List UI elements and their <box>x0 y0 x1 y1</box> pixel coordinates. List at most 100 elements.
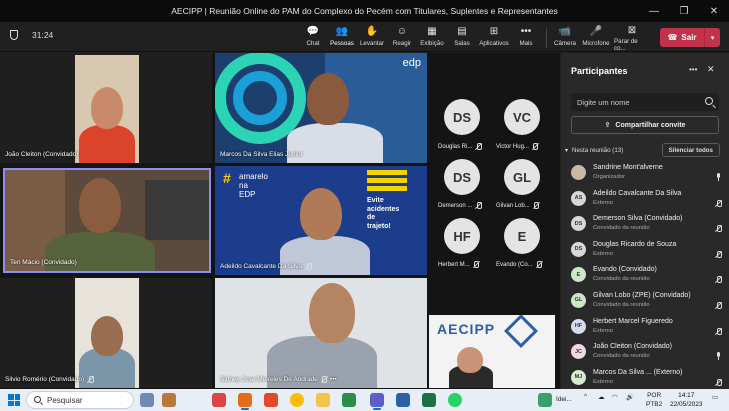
mic-off-icon <box>536 261 543 268</box>
window-titlebar: AECIPP | Reunião Online do PAM do Comple… <box>0 0 729 22</box>
photo-app-icon[interactable] <box>264 393 278 407</box>
maximize-icon[interactable]: ❐ <box>669 0 699 22</box>
stop-share-button[interactable]: ⊠ Parar de co... <box>614 25 650 52</box>
avatar[interactable]: GL <box>504 159 540 195</box>
leave-main[interactable]: ☎ Sair <box>660 33 704 42</box>
rooms-button[interactable]: ▤ Salas <box>444 25 480 51</box>
participant-row[interactable]: Sandrine Mont'alverne Organizador <box>571 162 723 188</box>
avatar[interactable]: DS <box>444 159 480 195</box>
avatar[interactable]: DS <box>444 99 480 135</box>
microphone-button[interactable]: 🎤 Microfone <box>578 25 614 51</box>
close-icon[interactable]: ✕ <box>707 64 715 75</box>
mic-on-icon <box>715 352 721 361</box>
share-invite-button[interactable]: ⇪ Compartilhar convite <box>571 116 719 134</box>
tile-more-icon[interactable]: ••• <box>330 376 337 383</box>
participant-row[interactable]: DS Douglas Ricardo de Souza Externo <box>571 239 723 265</box>
avatar[interactable]: HF <box>444 218 480 254</box>
meeting-section-header[interactable]: ▾ Nesta reunião (13) Silenciar todos <box>565 143 725 157</box>
participant-role: Externo <box>593 199 613 206</box>
mic-off-icon <box>473 261 480 268</box>
taskbar-search-input[interactable]: Pesquisar <box>26 391 134 409</box>
solitaire-app-icon[interactable] <box>342 393 356 407</box>
avatar[interactable]: VC <box>504 99 540 135</box>
excel-app-icon[interactable] <box>422 393 436 407</box>
avatar[interactable]: E <box>504 218 540 254</box>
apps-icon: ⊞ <box>489 26 499 37</box>
weather-icon[interactable] <box>538 393 552 407</box>
paint-app-icon[interactable] <box>212 393 226 407</box>
more-button[interactable]: ••• Mais <box>508 25 544 51</box>
microphone-icon: 🎤 <box>589 26 603 37</box>
whatsapp-app-icon[interactable] <box>448 393 462 407</box>
participant-list: Sandrine Mont'alverne Organizador AS Adeild… <box>571 162 723 392</box>
edp-logo: edp <box>402 57 421 69</box>
chrome-app-icon[interactable] <box>290 393 304 407</box>
video-tile-adeildo[interactable]: # amarelo na EDP Evite acidentes de trajeto! … <box>215 166 427 275</box>
participant-name: Douglas Ricardo de Souza <box>593 240 677 248</box>
close-window-icon[interactable]: ✕ <box>699 0 729 22</box>
video-tile-ten-macio[interactable]: Ten Mácio (Convidado) <box>3 168 211 273</box>
apps-button[interactable]: ⊞ Aplicativos <box>476 25 512 51</box>
participant-avatar: HF <box>571 318 586 334</box>
avatar-name: Douglas Ri... <box>438 143 482 150</box>
edp-campaign: amarelo na EDP <box>239 172 268 199</box>
video-feed <box>75 278 139 388</box>
meeting-timer: 31:24 <box>32 30 54 40</box>
leave-button[interactable]: ☎ Sair ▾ <box>660 28 720 47</box>
more-icon: ••• <box>520 26 532 37</box>
video-tile-marcos[interactable]: edp Marcos Da Silva Elias Junior <box>215 53 427 163</box>
windows-taskbar: Pesquisar Idei... ^ ☁ ◠ 🔊 POR PTB2 14:17 2… <box>0 389 729 411</box>
video-tile-aecipp[interactable]: AECIPP <box>429 315 555 388</box>
panel-more-icon[interactable]: ••• <box>689 65 697 74</box>
powerpoint-app-icon[interactable] <box>238 393 252 410</box>
search-icon <box>705 97 713 105</box>
leave-dropdown-chevron-icon[interactable]: ▾ <box>704 28 720 47</box>
participant-avatar: DS <box>571 216 586 232</box>
participant-name: Ten Mácio (Convidado) <box>10 259 77 266</box>
tray-chevron-icon[interactable]: ^ <box>584 393 587 400</box>
participant-row[interactable]: AS Adeildo Cavalcante Da Silva Externo <box>571 188 723 214</box>
news-app-icon[interactable] <box>140 393 154 407</box>
teams-app-icon[interactable] <box>370 393 384 410</box>
briefcase-app-icon[interactable] <box>162 393 176 407</box>
notification-icon[interactable]: ▭ <box>712 393 718 401</box>
raise-hand-icon: ✋ <box>365 26 379 37</box>
shield-icon <box>10 30 18 40</box>
taskbar-clock[interactable]: 14:17 22/05/2023 <box>670 391 703 409</box>
onedrive-icon[interactable]: ☁ <box>598 393 605 401</box>
video-tile-sidney[interactable]: Sidney Jose Meireles De Andrade ••• <box>215 278 427 388</box>
meeting-info: 31:24 <box>10 30 53 40</box>
windows-start-icon[interactable] <box>8 394 20 406</box>
search-input[interactable]: Digite um nome <box>571 93 719 111</box>
participant-role: Convidado da reunião <box>593 225 650 232</box>
participant-name: Evando (Convidado) <box>593 266 657 274</box>
window-controls: — ❐ ✕ <box>639 0 729 22</box>
participant-name: Adeildo Cavalcante Da Silva <box>593 189 682 197</box>
participant-name: Sandrine Mont'alverne <box>593 164 663 171</box>
mic-off-icon <box>475 143 482 150</box>
language-indicator[interactable]: POR PTB2 <box>646 391 662 409</box>
participant-row[interactable]: HF Herbert Marcel Figueredo Externo <box>571 316 723 342</box>
chat-icon: 💬 <box>306 26 320 37</box>
wifi-icon[interactable]: ◠ <box>612 393 618 401</box>
mute-all-button[interactable]: Silenciar todos <box>661 143 720 157</box>
volume-icon[interactable]: 🔊 <box>626 393 634 401</box>
safety-banner: Evite acidentes de trajeto! <box>367 170 407 270</box>
participant-row[interactable]: JC João Cleiton (Convidado) Convidado da r… <box>571 341 723 367</box>
file-explorer-icon[interactable] <box>316 393 330 407</box>
tray-notification-text[interactable]: Idei... <box>556 396 572 403</box>
participant-avatar: DS <box>571 241 586 257</box>
minimize-icon[interactable]: — <box>639 0 669 22</box>
participant-role: Convidado da reunião <box>593 353 650 360</box>
video-tile-joao[interactable]: João Cleiton (Convidado) <box>0 53 212 163</box>
participant-row[interactable]: E Evando (Convidado) Convidado da reunião <box>571 264 723 290</box>
participant-row[interactable]: DS Demerson Silva (Convidado) Convidado da… <box>571 213 723 239</box>
window-title: AECIPP | Reunião Online do PAM do Comple… <box>171 6 558 16</box>
participant-row[interactable]: GL Gilvan Lobo (ZPE) (Convidado) Convidado… <box>571 290 723 316</box>
video-tile-silvio[interactable]: Silvio Romério (Convidado) <box>0 278 212 388</box>
mic-off-icon <box>475 202 482 209</box>
avatar-name: Herbert M... <box>438 261 480 268</box>
mic-off-icon <box>305 263 312 270</box>
word-app-icon[interactable] <box>396 393 410 407</box>
participant-role: Organizador <box>593 174 625 180</box>
